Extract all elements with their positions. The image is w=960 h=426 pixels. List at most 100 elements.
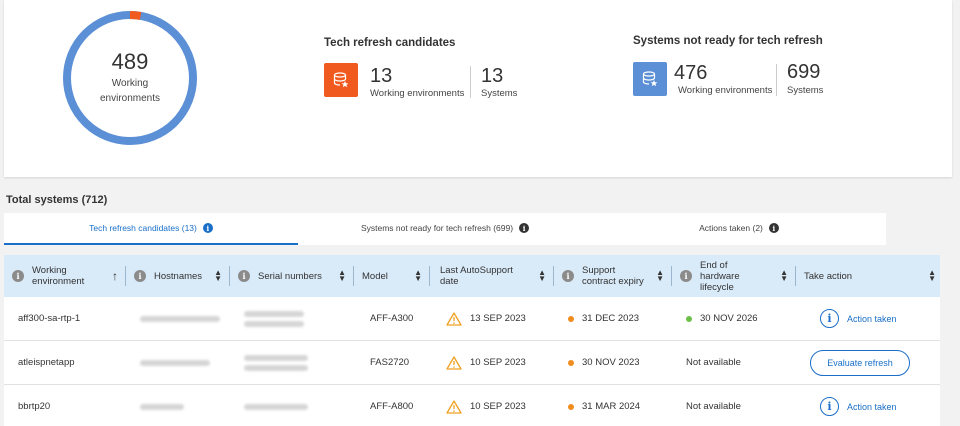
candidates-systems-label: Systems [481, 88, 518, 99]
eol-date: Not available [686, 401, 741, 412]
tab-label: Actions taken (2) [699, 223, 763, 233]
column-header-working-environment[interactable]: i Working environment ↑ [4, 255, 126, 297]
not-ready-we-label: Working environments [678, 85, 773, 96]
tab-systems-not-ready[interactable]: Systems not ready for tech refresh (699)… [298, 213, 592, 245]
candidates-systems-count: 13 [481, 65, 504, 87]
sort-icon[interactable]: ▲ ▼ [338, 269, 346, 283]
contract-expiry-cell: 30 NOV 2023 [554, 341, 672, 384]
info-icon[interactable]: i [134, 270, 146, 282]
working-environment-cell[interactable]: aff300-sa-rtp-1 [4, 297, 126, 340]
info-icon[interactable]: i [519, 223, 530, 233]
hostname-cell-redacted [126, 341, 230, 384]
column-label: Last AutoSupport [440, 265, 513, 276]
working-environment-cell[interactable]: atleispnetapp [4, 341, 126, 384]
serial-number-cell-redacted [230, 341, 354, 384]
column-header-last-autosupport-date[interactable]: Last AutoSupport date ▲ ▼ [430, 255, 554, 297]
info-icon[interactable]: i [562, 270, 574, 282]
sort-icon[interactable]: ▲ ▼ [928, 269, 936, 283]
warning-icon [446, 399, 462, 414]
tab-label: Tech refresh candidates (13) [89, 223, 197, 233]
status-dot [568, 359, 574, 366]
contract-expiry-date: 30 NOV 2023 [582, 357, 640, 368]
sort-icon[interactable]: ▲ ▼ [414, 269, 422, 283]
column-label: contract expiry [582, 276, 644, 287]
column-label: End of [700, 259, 728, 271]
info-icon[interactable]: i [12, 270, 24, 282]
systems-table: i Working environment ↑ i Hostnames ▲ ▼ i … [4, 255, 940, 426]
serial-number-cell-redacted [230, 385, 354, 426]
working-environment-cell[interactable]: bbrtp20 [4, 385, 126, 426]
column-header-support-contract-expiry[interactable]: i Support contract expiry ▲ ▼ [554, 255, 672, 297]
systems-tabs: Tech refresh candidates (13) i Systems n… [4, 213, 886, 245]
table-header: i Working environment ↑ i Hostnames ▲ ▼ i … [4, 255, 940, 297]
warning-icon [446, 311, 462, 326]
take-action-cell: i Action taken [796, 385, 940, 426]
eol-cell: Not available [672, 341, 796, 384]
total-working-environments-count: 489 [111, 49, 149, 74]
not-ready-systems-label: Systems [787, 85, 824, 96]
database-star-icon [324, 63, 358, 97]
hostname-cell-redacted [126, 385, 230, 426]
column-label: hardware [700, 270, 740, 282]
column-label: lifecycle [700, 281, 734, 293]
column-label: Model [362, 270, 388, 282]
sort-icon[interactable]: ▲ ▼ [214, 269, 222, 283]
take-action-cell: i Action taken [796, 297, 940, 340]
eol-date: 30 NOV 2026 [700, 313, 758, 324]
tab-actions-taken[interactable]: Actions taken (2) i [592, 213, 886, 245]
column-header-serial-numbers[interactable]: i Serial numbers ▲ ▼ [230, 255, 354, 297]
column-label: Working [32, 265, 67, 276]
contract-expiry-cell: 31 DEC 2023 [554, 297, 672, 340]
contract-expiry-cell: 31 MAR 2024 [554, 385, 672, 426]
column-header-model[interactable]: Model ▲ ▼ [354, 255, 430, 297]
column-label: Support [582, 265, 616, 276]
info-circle-icon: i [820, 397, 839, 416]
hostname-cell-redacted [126, 297, 230, 340]
model-cell: AFF-A800 [370, 401, 414, 412]
info-icon[interactable]: i [768, 223, 779, 233]
table-row: aff300-sa-rtp-1 AFF-A300 13 SEP 2023 31 … [4, 297, 940, 341]
action-taken-label: Action taken [847, 313, 897, 324]
eol-cell: Not available [672, 385, 796, 426]
info-circle-icon: i [820, 309, 839, 328]
status-dot [686, 315, 692, 322]
column-header-end-of-hardware-lifecycle[interactable]: i End of hardware lifecycle ▲ ▼ [672, 255, 796, 297]
status-dot [568, 315, 574, 322]
model-cell: FAS2720 [370, 357, 410, 368]
autosupport-date: 13 SEP 2023 [470, 313, 526, 324]
eol-date: Not available [686, 357, 741, 368]
take-action-cell: Evaluate refresh [796, 341, 940, 384]
donut-label-line1: Working [111, 78, 149, 89]
evaluate-refresh-button[interactable]: Evaluate refresh [810, 349, 910, 376]
contract-expiry-date: 31 MAR 2024 [582, 401, 641, 412]
sort-icon[interactable]: ▲ ▼ [656, 269, 664, 283]
divider [776, 64, 777, 96]
column-header-hostnames[interactable]: i Hostnames ▲ ▼ [126, 255, 230, 297]
candidates-we-count: 13 [370, 65, 393, 87]
autosupport-date: 10 SEP 2023 [470, 357, 526, 368]
tab-label: Systems not ready for tech refresh (699) [360, 223, 514, 233]
sort-icon[interactable]: ▲ ▼ [538, 269, 546, 283]
warning-icon [446, 355, 462, 370]
table-row: bbrtp20 AFF-A800 10 SEP 2023 31 MAR 2024… [4, 385, 940, 426]
info-icon[interactable]: i [202, 223, 213, 233]
action-taken-link[interactable]: i Action taken [820, 309, 897, 328]
info-icon[interactable]: i [680, 270, 692, 282]
column-label: Take action [804, 270, 853, 282]
database-star-icon [633, 62, 667, 96]
model-cell: AFF-A300 [370, 313, 414, 324]
not-ready-title: Systems not ready for tech refresh [633, 35, 823, 47]
column-label: Hostnames [154, 270, 203, 282]
sort-ascending-icon[interactable]: ↑ [112, 269, 118, 283]
tab-tech-refresh-candidates[interactable]: Tech refresh candidates (13) i [4, 213, 298, 245]
autosupport-date-cell: 13 SEP 2023 [430, 297, 554, 340]
column-label: environment [32, 276, 85, 287]
donut-center-label: 489 Working environments [61, 9, 199, 147]
column-header-take-action: Take action ▲ ▼ [796, 255, 940, 297]
column-label: Serial numbers [258, 270, 322, 282]
action-taken-link[interactable]: i Action taken [820, 397, 897, 416]
autosupport-date-cell: 10 SEP 2023 [430, 385, 554, 426]
sort-icon[interactable]: ▲ ▼ [780, 269, 788, 283]
info-icon[interactable]: i [238, 270, 250, 282]
autosupport-date: 10 SEP 2023 [470, 401, 526, 412]
